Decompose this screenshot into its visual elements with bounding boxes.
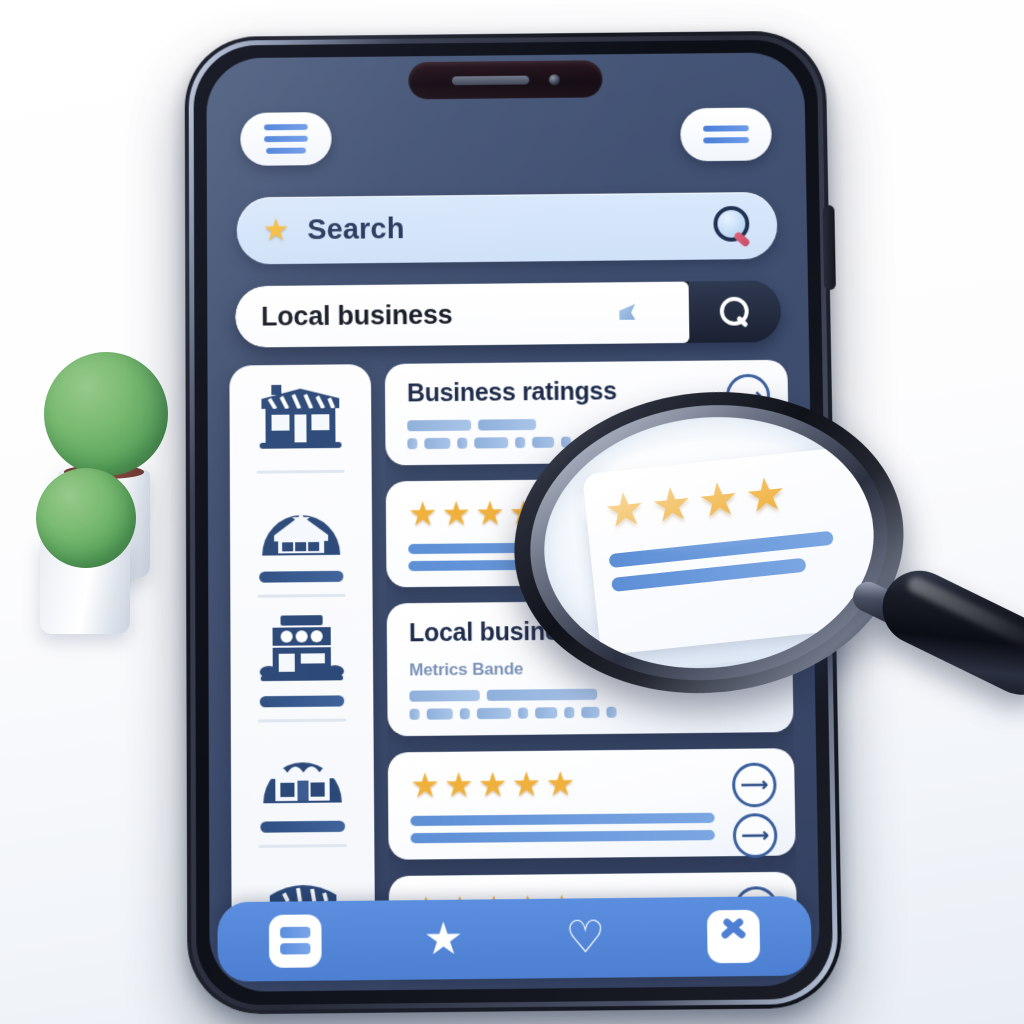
star-icon: ★	[648, 476, 695, 533]
plant-foliage	[44, 352, 168, 476]
star-icon: ★	[441, 494, 472, 532]
star-icon: ★	[545, 764, 576, 803]
shop-awning-star-icon	[255, 485, 347, 564]
sidebar-item-store-building[interactable]	[240, 609, 363, 708]
scene-root: ★ Search Local business Business ratings…	[0, 0, 1024, 1024]
nav-item-favorites[interactable]: ★	[423, 913, 464, 965]
sidebar-label-bar	[260, 820, 346, 833]
sidebar-label-bar	[259, 570, 344, 583]
star-icon: ★	[695, 471, 742, 528]
star-icon: ★	[511, 764, 542, 803]
menu-line	[264, 123, 308, 131]
search-input-value: Local business	[260, 299, 453, 332]
sidebar[interactable]	[229, 364, 376, 968]
magnifier-icon	[711, 205, 751, 248]
chevron-up-icon	[707, 909, 761, 964]
sidebar-item-market-stall[interactable]	[241, 733, 364, 833]
search-pill[interactable]: ★ Search	[236, 191, 778, 265]
text-cursor-icon	[619, 304, 635, 320]
search-field-row[interactable]: Local business	[235, 280, 782, 348]
power-button[interactable]	[822, 205, 836, 291]
star-icon: ★	[407, 494, 438, 533]
result-card-rating-2[interactable]: ★ ★ ★ ★ ★ ⟶ ⟶	[387, 748, 796, 860]
magnified-card: ★ ★ ★ ★	[582, 444, 886, 656]
star-icon: ★	[423, 913, 464, 965]
star-icon: ★	[443, 765, 474, 804]
menu-line	[264, 135, 308, 143]
nav-item-scroll-top[interactable]	[707, 909, 761, 964]
sidebar-item-shop-star[interactable]	[240, 485, 363, 583]
sidebar-item-storefront[interactable]	[239, 380, 361, 459]
divider	[258, 843, 348, 848]
star-icon: ★	[410, 766, 441, 804]
heart-icon: ♡	[565, 912, 606, 963]
star-icon: ★	[474, 494, 505, 532]
storefront-icon	[254, 380, 346, 459]
app-header	[207, 107, 806, 166]
card-text-lines	[410, 812, 773, 844]
notch	[408, 60, 603, 100]
store-building-icon	[255, 609, 348, 688]
market-stall-icon	[256, 734, 349, 814]
plant-foliage	[36, 468, 136, 568]
speaker-grille	[451, 75, 529, 85]
menu-line	[266, 147, 306, 154]
nav-item-likes[interactable]: ♡	[565, 912, 606, 963]
sidebar-label-bar	[259, 695, 345, 708]
bottom-nav[interactable]: ★ ♡	[217, 895, 812, 982]
front-camera	[548, 73, 560, 85]
star-icon: ★	[262, 213, 290, 247]
star-icon: ★	[601, 481, 648, 538]
divider	[257, 718, 347, 723]
cards-list-icon	[268, 914, 322, 968]
search-submit-button[interactable]	[688, 280, 782, 343]
arrow-badge-icon[interactable]: ⟶	[731, 762, 777, 808]
magnifier-handle[interactable]	[870, 558, 1024, 708]
search-icon	[719, 296, 750, 328]
menu-button[interactable]	[240, 111, 332, 166]
search-input[interactable]: Local business	[235, 281, 690, 348]
divider	[257, 593, 346, 598]
nav-item-cards[interactable]	[268, 914, 322, 968]
star-icon: ★	[477, 765, 508, 804]
star-rating: ★ ★ ★ ★ ★	[410, 764, 773, 804]
options-button[interactable]	[680, 107, 773, 162]
menu-line	[703, 125, 749, 132]
menu-line	[703, 137, 749, 144]
arrow-badge-icon[interactable]: ⟶	[732, 813, 778, 859]
magnified-star-rating: ★ ★ ★ ★	[601, 462, 855, 538]
divider	[256, 469, 345, 474]
search-pill-label: Search	[307, 212, 405, 246]
magnifying-glass[interactable]: ★ ★ ★ ★	[499, 372, 1024, 752]
star-icon: ★	[742, 466, 789, 523]
